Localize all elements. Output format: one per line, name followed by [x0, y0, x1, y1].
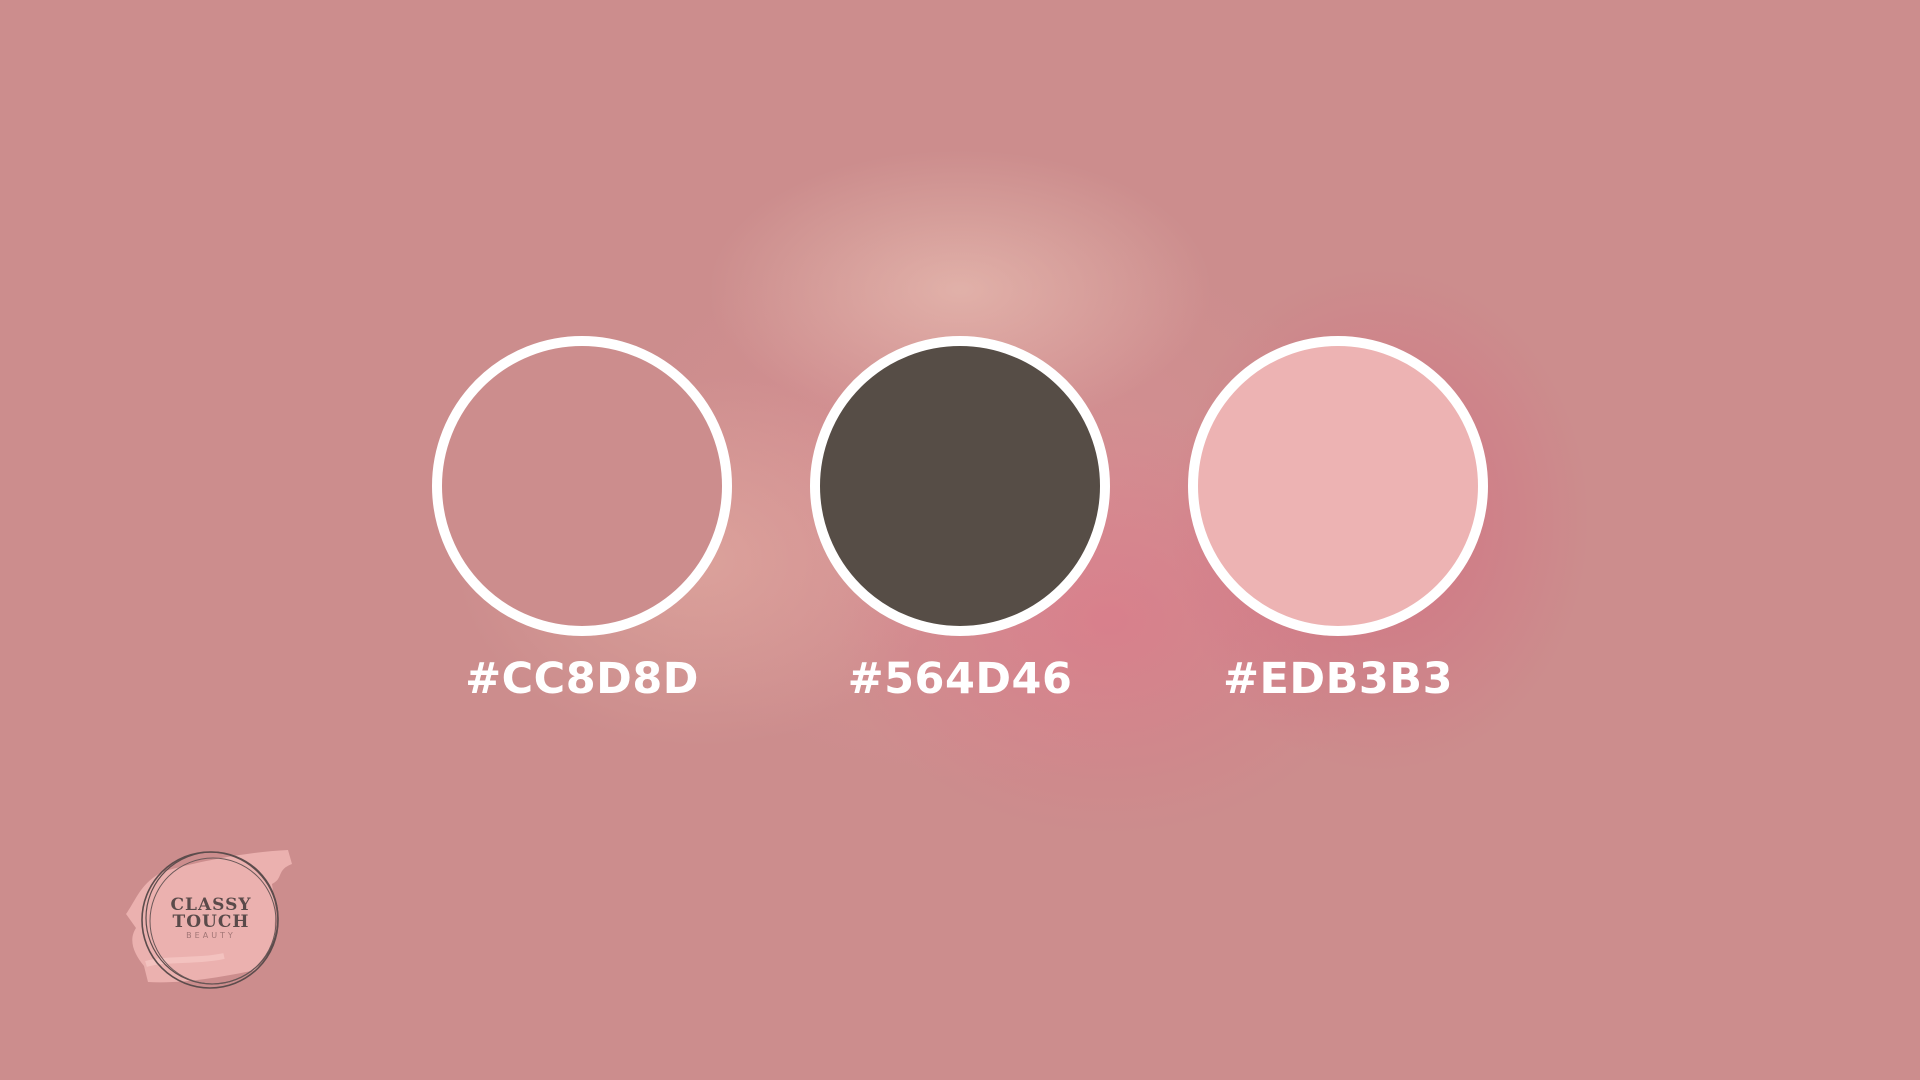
logo-text-beauty: BEAUTY [186, 931, 236, 940]
swatch-circle-1 [432, 336, 732, 636]
logo-text-touch: TOUCH [172, 912, 250, 932]
color-palette: #CC8D8D #564D46 #EDB3B3 [432, 336, 1488, 716]
swatch-3: #EDB3B3 [1188, 336, 1488, 716]
brand-logo: CLASSY TOUCH BEAUTY [122, 838, 302, 998]
swatch-circle-3 [1188, 336, 1488, 636]
swatch-circle-2 [810, 336, 1110, 636]
swatch-2: #564D46 [810, 336, 1110, 716]
swatch-code-3: #EDB3B3 [1223, 654, 1453, 704]
swatch-code-2: #564D46 [847, 654, 1073, 704]
swatch-code-1: #CC8D8D [465, 654, 699, 704]
swatch-1: #CC8D8D [432, 336, 732, 716]
